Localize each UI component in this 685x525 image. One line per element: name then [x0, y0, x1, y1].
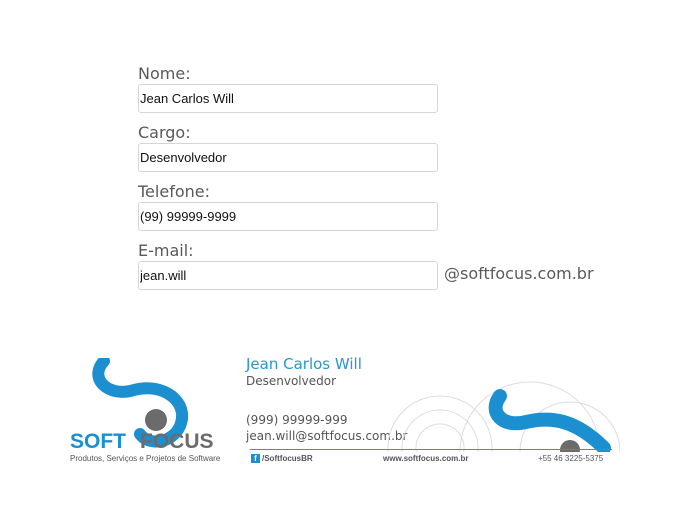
telefone-input[interactable]: [138, 202, 438, 231]
facebook-icon: f: [251, 454, 260, 463]
softfocus-swirl-icon: [387, 381, 620, 452]
website-link: www.softfocus.com.br: [383, 454, 469, 463]
cargo-input[interactable]: [138, 143, 438, 172]
cargo-label: Cargo:: [138, 123, 191, 142]
signature-role: Desenvolvedor: [246, 374, 337, 388]
signature-divider: [250, 449, 612, 450]
brand-focus-text: FOCUS: [140, 430, 214, 453]
signature-phone: (999) 99999-999: [246, 413, 348, 427]
telefone-label: Telefone:: [138, 182, 210, 201]
email-signature-preview: SOFT FOCUS Produtos, Serviços e Projetos…: [0, 340, 685, 480]
footer-phone: +55 46 3225-5375: [538, 454, 604, 463]
email-domain-suffix: @softfocus.com.br: [444, 264, 594, 283]
brand-tagline: Produtos, Serviços e Projetos de Softwar…: [70, 454, 221, 463]
signature-name: Jean Carlos Will: [246, 355, 362, 373]
brand-soft-text: SOFT: [70, 430, 126, 453]
email-input[interactable]: [138, 261, 438, 290]
facebook-handle: /SoftfocusBR: [262, 454, 313, 463]
nome-label: Nome:: [138, 64, 191, 83]
email-label: E-mail:: [138, 241, 194, 260]
nome-input[interactable]: [138, 84, 438, 113]
